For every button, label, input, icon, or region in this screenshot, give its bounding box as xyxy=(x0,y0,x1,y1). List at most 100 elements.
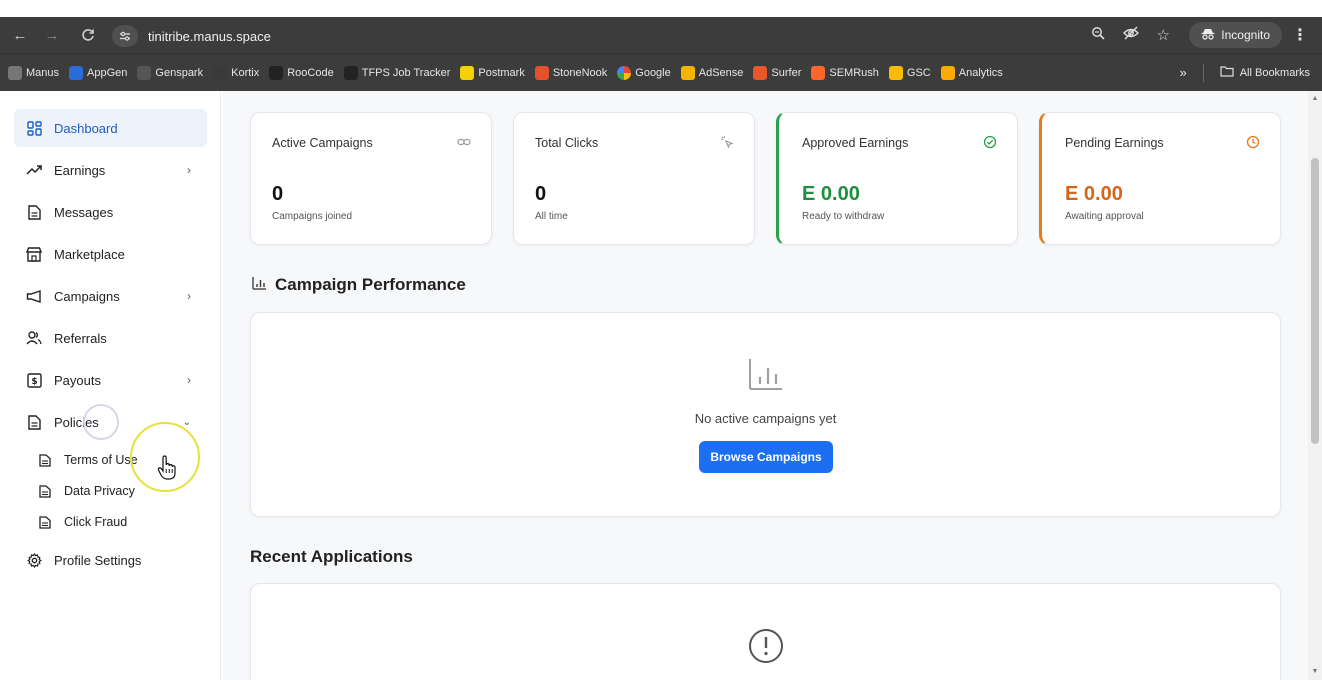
empty-state-text: No active campaigns yet xyxy=(694,411,837,426)
eye-off-icon[interactable] xyxy=(1122,25,1139,45)
document-icon xyxy=(38,484,52,498)
svg-text:$: $ xyxy=(31,377,37,387)
sidebar-subitem-data-privacy[interactable]: Data Privacy xyxy=(38,480,135,502)
stat-title: Active Campaigns xyxy=(272,136,373,150)
bookmark-stonenook[interactable]: StoneNook xyxy=(534,65,607,80)
chevron-down-icon: ⌄ xyxy=(182,416,191,428)
stat-value: E 0.00 xyxy=(802,183,860,205)
bookmark-appgen[interactable]: AppGen xyxy=(69,65,127,80)
kortix-icon xyxy=(213,65,228,80)
stonenook-icon xyxy=(534,65,549,80)
stat-sub: Campaigns joined xyxy=(272,211,353,222)
sidebar-item-label: Profile Settings xyxy=(54,552,142,568)
sidebar-item-earnings[interactable]: Earnings › xyxy=(14,151,207,189)
reload-icon[interactable] xyxy=(76,23,100,47)
bookmark-analytics[interactable]: Analytics xyxy=(940,65,1003,80)
roocode-icon xyxy=(269,65,284,80)
section-title: Campaign Performance xyxy=(275,275,466,294)
stat-title: Pending Earnings xyxy=(1065,136,1164,150)
bookmark-label: Postmark xyxy=(478,66,525,79)
bookmark-label: SEMRush xyxy=(829,66,879,79)
bookmark-semrush[interactable]: SEMRush xyxy=(811,65,879,80)
recent-applications-heading: Recent Applications xyxy=(250,547,413,567)
chevron-right-icon: › xyxy=(187,163,191,177)
scroll-up-arrow[interactable]: ▲ xyxy=(1311,95,1319,102)
incognito-icon xyxy=(1201,28,1215,43)
bookmark-kortix[interactable]: Kortix xyxy=(213,65,260,80)
bookmark-gsc[interactable]: GSC xyxy=(888,65,931,80)
bookmark-surfer[interactable]: Surfer xyxy=(753,65,801,80)
bar-chart-icon xyxy=(252,275,267,295)
browse-campaigns-button[interactable]: Browse Campaigns xyxy=(699,441,833,473)
url-text[interactable]: tinitribe.manus.space xyxy=(148,29,271,44)
document-icon xyxy=(38,453,52,467)
bookmark-label: AdSense xyxy=(698,66,744,79)
address-bar[interactable]: tinitribe.manus.space xyxy=(112,23,1172,49)
sidebar-item-label: Dashboard xyxy=(54,120,118,136)
sidebar-item-referrals[interactable]: Referrals xyxy=(14,319,207,357)
sidebar-item-profile-settings[interactable]: Profile Settings xyxy=(14,541,207,579)
alert-circle-icon xyxy=(748,628,784,669)
sidebar-item-payouts[interactable]: $ Payouts › xyxy=(14,361,207,399)
semrush-icon xyxy=(811,65,826,80)
bookmark-label: Kortix xyxy=(231,66,260,79)
check-circle-icon xyxy=(983,135,997,149)
back-icon[interactable]: ← xyxy=(8,23,32,47)
stat-value: E 0.00 xyxy=(1065,183,1123,205)
stat-card-total-clicks: Total Clicks 0 All time xyxy=(513,112,755,245)
stat-value: 0 xyxy=(535,183,547,205)
stat-title: Approved Earnings xyxy=(802,136,909,150)
bookmark-adsense[interactable]: AdSense xyxy=(680,65,744,80)
stat-card-pending-earnings: Pending Earnings E 0.00 Awaiting approva… xyxy=(1039,112,1281,245)
zoom-icon[interactable] xyxy=(1091,26,1105,45)
megaphone-icon xyxy=(26,288,42,304)
recent-applications-panel xyxy=(250,583,1281,680)
sidebar-item-campaigns[interactable]: Campaigns › xyxy=(14,277,207,315)
clock-icon xyxy=(1246,135,1260,149)
star-icon[interactable]: ☆ xyxy=(1157,26,1170,44)
stat-card-active-campaigns: Active Campaigns 0 Campaigns joined xyxy=(250,112,492,245)
bookmark-postmark[interactable]: Postmark xyxy=(460,65,525,80)
main-content: Active Campaigns 0 Campaigns joined Tota… xyxy=(222,91,1308,680)
sidebar-item-messages[interactable]: Messages xyxy=(14,193,207,231)
bookmark-label: Genspark xyxy=(155,66,204,79)
analytics-icon xyxy=(940,65,955,80)
bookmarks-bar: Manus AppGen Genspark Kortix RooCode TFPS Job… xyxy=(0,53,1322,91)
manus-icon xyxy=(8,65,22,80)
sidebar-subitem-terms-of-use[interactable]: Terms of Use xyxy=(38,449,138,471)
incognito-badge[interactable]: Incognito xyxy=(1189,22,1282,48)
bookmark-tfps-job-tracker[interactable]: TFPS Job Tracker xyxy=(343,65,450,80)
loading-ring xyxy=(83,404,119,440)
sidebar-item-label: Referrals xyxy=(54,330,107,346)
bookmark-roocode[interactable]: RooCode xyxy=(269,65,334,80)
bookmark-label: Google xyxy=(635,66,671,79)
campaign-performance-panel: No active campaigns yet Browse Campaigns xyxy=(250,312,1281,517)
bookmarks-overflow-button[interactable]: » xyxy=(1179,65,1186,80)
bookmark-genspark[interactable]: Genspark xyxy=(137,65,204,80)
all-bookmarks-button[interactable]: All Bookmarks xyxy=(1240,67,1310,79)
scrollbar-thumb[interactable] xyxy=(1311,158,1319,444)
stat-title: Total Clicks xyxy=(535,136,599,150)
gsc-icon xyxy=(888,65,903,80)
document-icon xyxy=(38,515,52,529)
link-icon xyxy=(457,135,471,149)
sidebar-item-marketplace[interactable]: Marketplace xyxy=(14,235,207,273)
forward-icon[interactable]: → xyxy=(40,23,64,47)
bookmark-label: Manus xyxy=(26,66,60,79)
bookmark-google[interactable]: Google xyxy=(617,65,671,80)
hand-cursor-icon xyxy=(157,455,177,481)
stat-value: 0 xyxy=(272,183,284,205)
browser-menu-icon[interactable]: ⋮ xyxy=(1292,25,1308,45)
sidebar-subitem-click-fraud[interactable]: Click Fraud xyxy=(38,511,127,533)
site-settings-icon[interactable] xyxy=(112,25,138,47)
scroll-down-arrow[interactable]: ▼ xyxy=(1311,668,1319,675)
google-icon xyxy=(617,65,632,80)
postmark-icon xyxy=(460,65,475,80)
sidebar-item-label: Messages xyxy=(54,204,114,220)
browser-window: ← → tinitribe.manus.space ☆ Incognito ⋮ … xyxy=(0,0,1322,680)
sidebar-item-dashboard[interactable]: Dashboard xyxy=(14,109,207,147)
chevron-right-icon: › xyxy=(187,289,191,303)
bookmarks-right: » All Bookmarks xyxy=(1179,63,1310,82)
bookmark-label: Analytics xyxy=(958,66,1003,79)
bookmark-manus[interactable]: Manus xyxy=(8,65,60,80)
